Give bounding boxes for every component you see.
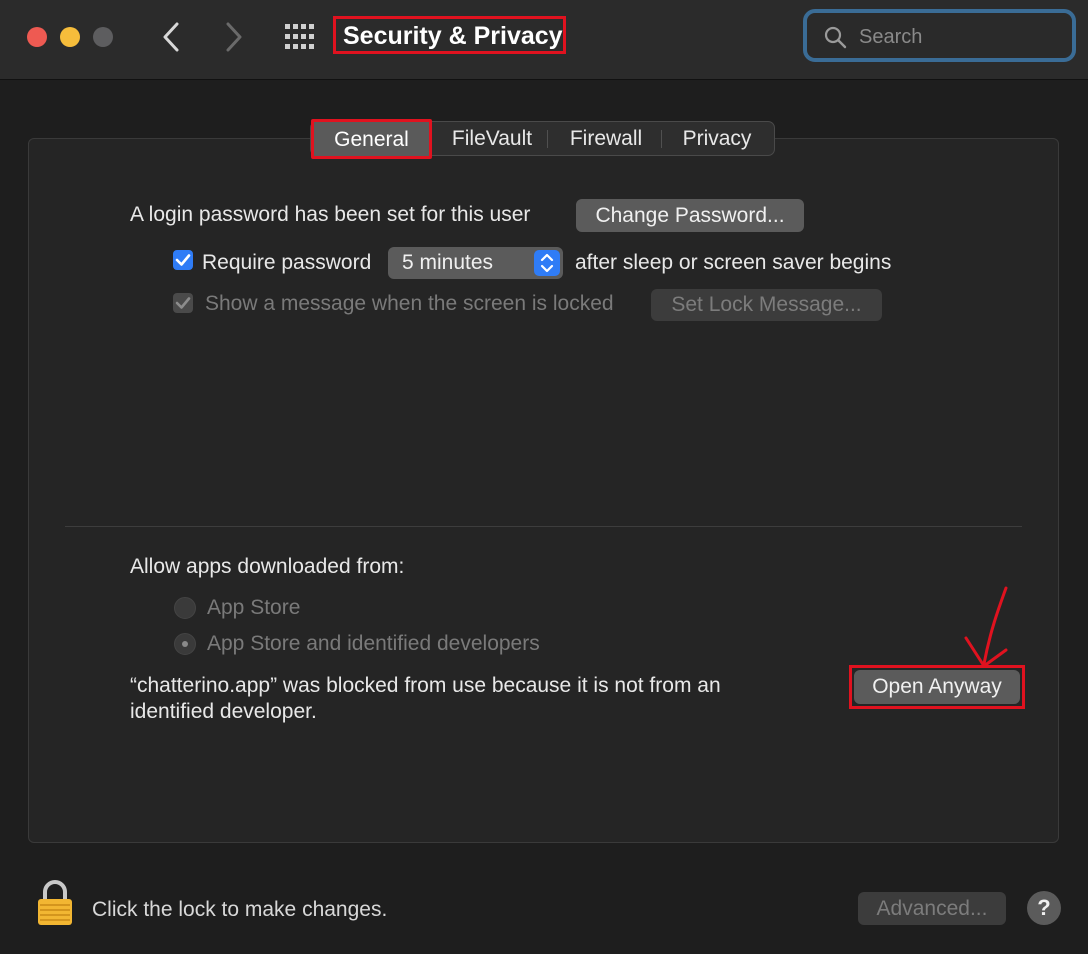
close-button[interactable] (27, 27, 47, 47)
checkmark-icon (175, 254, 191, 266)
tab-firewall[interactable]: Firewall (551, 122, 661, 155)
lock-icon (38, 880, 72, 925)
search-field[interactable] (803, 9, 1076, 62)
select-value: 5 minutes (402, 251, 494, 274)
back-button[interactable] (157, 18, 187, 56)
show-all-button[interactable] (284, 23, 316, 51)
tab-bar: General FileVault Firewall Privacy (310, 119, 775, 159)
chevron-right-icon (226, 22, 242, 52)
blocked-message-line1: “chatterino.app” was blocked from use be… (130, 674, 721, 697)
help-button[interactable]: ? (1027, 891, 1061, 925)
checkmark-icon (175, 297, 191, 309)
annotation-arrow-icon (964, 586, 1008, 668)
updown-arrows-icon (534, 250, 560, 276)
require-password-delay-select[interactable]: 5 minutes (388, 247, 563, 279)
lock-text: Click the lock to make changes. (92, 898, 388, 921)
tab-separator (547, 130, 548, 148)
show-message-label: Show a message when the screen is locked (205, 292, 614, 315)
change-password-button[interactable]: Change Password... (576, 199, 804, 232)
grid-icon (285, 24, 314, 49)
show-message-checkbox[interactable] (173, 293, 193, 313)
forward-button[interactable] (218, 18, 248, 56)
title-bar: Security & Privacy (0, 0, 1088, 80)
require-password-checkbox[interactable] (173, 250, 193, 270)
search-icon (824, 26, 847, 49)
divider (65, 526, 1022, 527)
zoom-button[interactable] (93, 27, 113, 47)
tab-privacy[interactable]: Privacy (661, 122, 773, 155)
allow-apps-heading: Allow apps downloaded from: (130, 555, 405, 578)
set-lock-message-button[interactable]: Set Lock Message... (651, 289, 882, 321)
radio-app-store-identified-label: App Store and identified developers (207, 632, 540, 655)
chevron-left-icon (163, 22, 179, 52)
radio-app-store-label: App Store (207, 596, 301, 619)
tab-general[interactable]: General (311, 119, 432, 159)
open-anyway-button[interactable]: Open Anyway (854, 670, 1020, 704)
tab-filevault[interactable]: FileVault (437, 122, 547, 155)
radio-app-store[interactable] (174, 597, 196, 619)
after-sleep-text: after sleep or screen saver begins (575, 251, 892, 274)
general-pane (28, 138, 1059, 843)
login-password-text: A login password has been set for this u… (130, 203, 531, 226)
minimize-button[interactable] (60, 27, 80, 47)
require-password-label: Require password (202, 251, 372, 274)
radio-app-store-identified[interactable] (174, 633, 196, 655)
blocked-message-line2: identified developer. (130, 700, 317, 723)
lock-button[interactable] (36, 880, 74, 926)
window-title: Security & Privacy (333, 16, 566, 54)
radio-selected-dot (182, 641, 188, 647)
search-input[interactable] (857, 22, 1061, 52)
advanced-button[interactable]: Advanced... (858, 892, 1006, 925)
